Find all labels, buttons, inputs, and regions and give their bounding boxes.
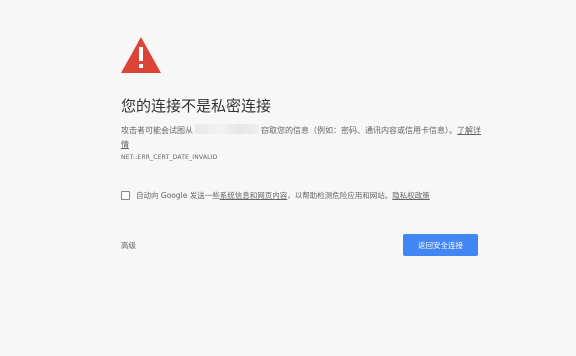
system-info-link[interactable]: 系统信息和网页内容 bbox=[220, 190, 288, 201]
privacy-policy-link[interactable]: 隐私权政策 bbox=[392, 190, 430, 201]
error-code: NET::ERR_CERT_DATE_INVALID bbox=[121, 154, 218, 161]
error-description: 攻击者可能会试图从 窃取您的信息（例如：密码、通讯内容或信用卡信息）。了解详情 bbox=[121, 124, 481, 152]
optin-checkbox[interactable] bbox=[121, 191, 130, 200]
back-to-safety-button[interactable]: 返回安全连接 bbox=[403, 234, 478, 256]
warning-triangle-icon bbox=[121, 37, 161, 73]
interstitial-page: 您的连接不是私密连接 攻击者可能会试图从 窃取您的信息（例如：密码、通讯内容或信用… bbox=[0, 0, 576, 356]
optin-text-before: 自动向 Google 发送一些 bbox=[136, 191, 220, 200]
optin-text-after: ，以帮助检测危险应用和网站。 bbox=[287, 191, 393, 200]
advanced-button[interactable]: 高级 bbox=[121, 240, 136, 251]
description-suffix: 窃取您的信息（例如：密码、通讯内容或信用卡信息）。 bbox=[261, 126, 457, 135]
page-title: 您的连接不是私密连接 bbox=[121, 97, 272, 115]
safe-browsing-optin: 自动向 Google 发送一些 系统信息和网页内容 ，以帮助检测危险应用和网站。 隐私… bbox=[121, 190, 430, 201]
description-prefix: 攻击者可能会试图从 bbox=[121, 126, 193, 135]
redacted-hostname bbox=[195, 124, 259, 134]
